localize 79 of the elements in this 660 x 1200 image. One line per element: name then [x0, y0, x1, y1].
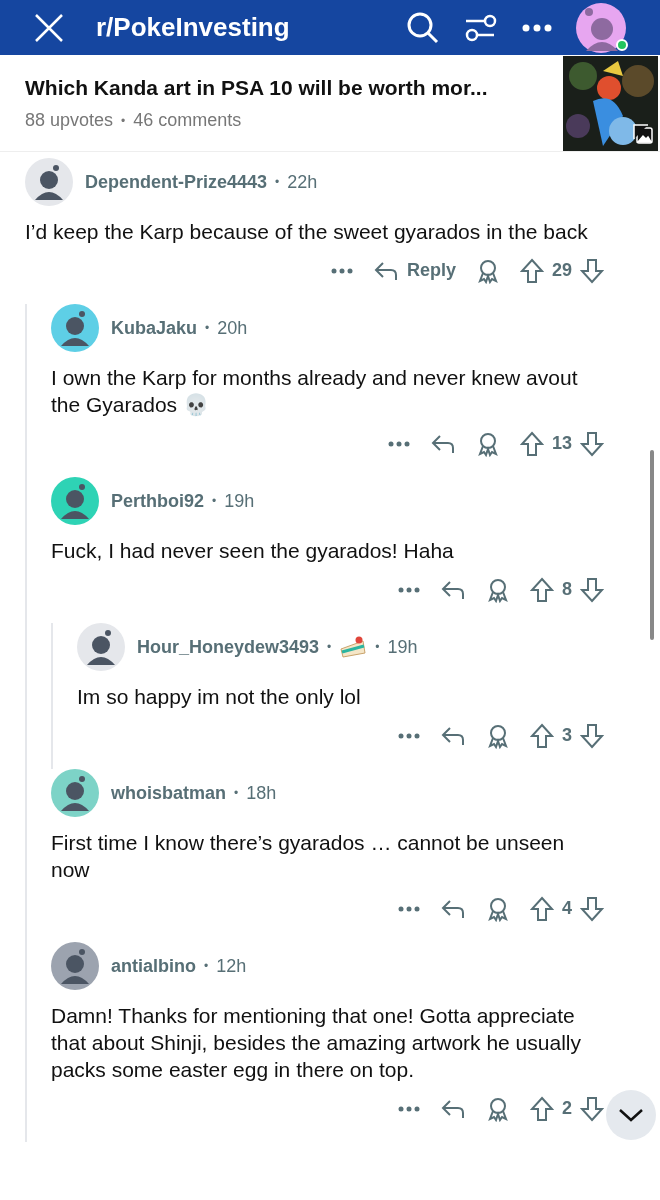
- scroll-down-button[interactable]: [606, 1090, 656, 1140]
- reply-button[interactable]: [440, 578, 466, 601]
- downvote-icon[interactable]: [580, 895, 604, 922]
- comment-body: I’d keep the Karp because of the sweet gyarados in the back: [25, 219, 589, 245]
- more-icon[interactable]: [387, 440, 410, 447]
- downvote-icon[interactable]: [580, 722, 604, 749]
- more-icon[interactable]: [398, 732, 420, 739]
- comment-author[interactable]: KubaJaku: [111, 314, 198, 342]
- reply-icon: [440, 578, 466, 601]
- comment-time: 19h: [224, 489, 255, 513]
- separator-dot: •: [327, 639, 332, 656]
- comment-body: First time I know there’s gyarados … cannot be unseen now: [51, 830, 566, 883]
- separator-dot: •: [375, 639, 380, 656]
- separator-dot: •: [234, 785, 239, 802]
- comment-author[interactable]: Hour_Honeydew3493: [137, 633, 320, 661]
- separator-dot: •: [275, 174, 280, 191]
- upvote-icon[interactable]: [530, 576, 554, 603]
- award-icon[interactable]: [486, 576, 510, 603]
- reply-icon: [372, 259, 399, 282]
- reply-button[interactable]: [440, 1097, 466, 1120]
- comment-time: 18h: [246, 781, 277, 805]
- comment-author[interactable]: Dependent-Prize4443: [85, 168, 268, 196]
- award-icon[interactable]: [475, 430, 500, 457]
- reply-icon: [429, 432, 456, 455]
- reply-icon: [440, 897, 466, 920]
- upvote-icon[interactable]: [519, 430, 544, 457]
- award-icon[interactable]: [475, 257, 500, 284]
- post-title[interactable]: Which Kanda art in PSA 10 will be worth mor...: [25, 71, 563, 104]
- comment-body: Fuck, I had never seen the gyarados! Haha: [51, 538, 455, 564]
- vote-count: 13: [551, 432, 572, 455]
- upvote-icon[interactable]: [530, 1095, 554, 1122]
- downvote-icon[interactable]: [580, 1095, 604, 1122]
- downvote-icon[interactable]: [580, 430, 604, 457]
- downvote-icon[interactable]: [580, 257, 604, 284]
- subreddit-title: r/PokeInvesting: [96, 11, 290, 44]
- award-icon[interactable]: [486, 1095, 510, 1122]
- chevron-down-icon: [618, 1108, 644, 1122]
- more-icon[interactable]: [398, 905, 420, 912]
- comment-author[interactable]: Perthboi92: [111, 487, 205, 515]
- vote-count: 3: [562, 724, 572, 747]
- reply-button[interactable]: Reply: [372, 257, 456, 284]
- separator-dot: •: [121, 112, 126, 130]
- more-icon[interactable]: [330, 267, 353, 274]
- award-icon[interactable]: [486, 722, 510, 749]
- comment-author[interactable]: whoisbatman: [111, 779, 226, 807]
- separator-dot: •: [212, 493, 217, 510]
- comment-time: 12h: [216, 954, 247, 978]
- comment-time: 22h: [287, 170, 318, 194]
- vote-count: 8: [562, 578, 572, 601]
- more-icon[interactable]: [398, 1105, 420, 1112]
- upvote-count: 88 upvotes: [25, 109, 114, 133]
- vote-count: 2: [562, 1097, 572, 1120]
- comment-count: 46 comments: [133, 109, 242, 133]
- close-icon[interactable]: [34, 12, 64, 43]
- reply-button[interactable]: [440, 897, 466, 920]
- comment-body: Im so happy im not the only lol: [77, 684, 362, 710]
- gallery-icon: [632, 122, 654, 145]
- profile-avatar[interactable]: [576, 2, 626, 53]
- upvote-icon[interactable]: [530, 895, 554, 922]
- vote-count: 4: [562, 897, 572, 920]
- more-icon[interactable]: [398, 586, 420, 593]
- reply-icon: [440, 1097, 466, 1120]
- reply-button[interactable]: [429, 432, 456, 455]
- award-icon[interactable]: [486, 895, 510, 922]
- search-icon[interactable]: [406, 10, 440, 45]
- more-icon[interactable]: [522, 23, 552, 32]
- separator-dot: •: [205, 320, 210, 337]
- comment-time: 19h: [387, 635, 418, 659]
- comment-author[interactable]: antialbino: [111, 952, 196, 980]
- comment-body: Damn! Thanks for mentioning that one! Gotta appreciate that about Shinji, besides the amazing artwork he usually packs some easter egg in there on top.: [51, 1003, 582, 1083]
- reply-button[interactable]: [440, 724, 466, 747]
- vote-count: 29: [551, 259, 572, 282]
- upvote-icon[interactable]: [519, 257, 544, 284]
- upvote-icon[interactable]: [530, 722, 554, 749]
- separator-dot: •: [204, 958, 209, 975]
- comment-body: I own the Karp for months already and never knew avout the Gyarados 💀: [51, 365, 579, 418]
- downvote-icon[interactable]: [580, 576, 604, 603]
- reply-icon: [440, 724, 466, 747]
- comment-time: 20h: [217, 316, 248, 340]
